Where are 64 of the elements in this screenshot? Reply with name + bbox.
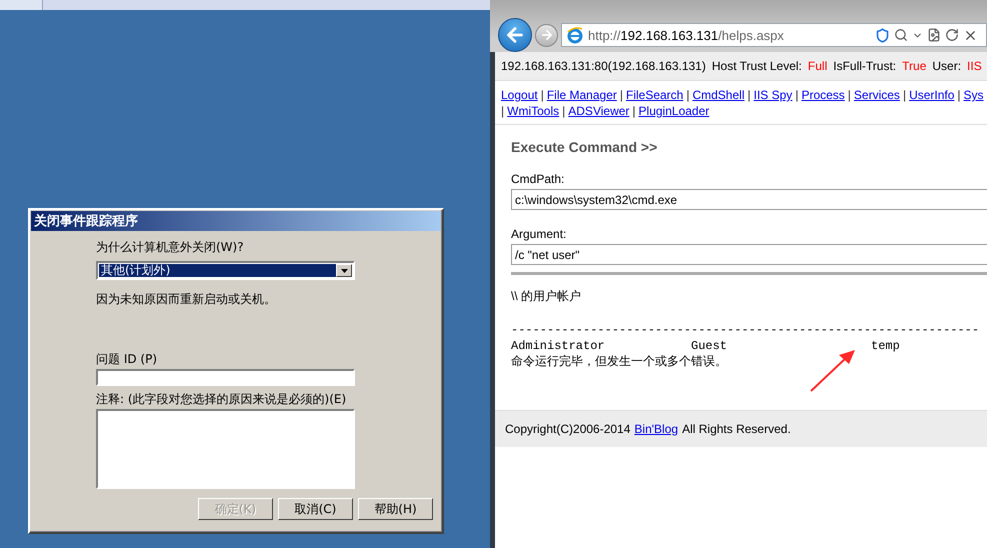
annotation-arrow — [810, 350, 855, 392]
browser-logo-icon — [566, 26, 584, 44]
address-bar[interactable]: http://192.168.163.131/helps.aspx — [561, 23, 987, 47]
dialog-button[interactable]: 取消(C) — [278, 498, 353, 520]
link-separator: | — [748, 88, 751, 103]
shield-icon[interactable] — [875, 28, 890, 42]
nav-link[interactable]: CmdShell — [692, 88, 744, 103]
info-label: IsFull-Trust: — [833, 59, 896, 73]
text-field[interactable]: /c "net user" — [511, 244, 987, 265]
refresh-icon[interactable] — [945, 28, 959, 42]
nav-link[interactable]: ADSViewer — [568, 104, 630, 119]
info-value: True — [902, 59, 926, 73]
nav-link[interactable]: Services — [854, 88, 900, 103]
nav-link[interactable]: IIS Spy — [754, 88, 792, 103]
output-header: \\ 的用户帐户 — [511, 288, 582, 305]
nav-link[interactable]: File Manager — [546, 88, 617, 103]
link-separator: | — [501, 104, 504, 119]
info-value: IIS — [967, 59, 982, 73]
output-rule-line: ----------------------------------------------------------------- — [511, 323, 980, 338]
comment-field[interactable] — [96, 409, 355, 489]
section-heading: Execute Command >> — [511, 139, 658, 155]
dialog-button[interactable]: 帮助(H) — [358, 498, 433, 520]
account-name: Guest — [691, 339, 728, 354]
link-separator: | — [620, 88, 623, 103]
account-name: Administrator — [511, 339, 606, 354]
nav-link[interactable]: WmiTools — [507, 104, 560, 119]
link-separator: | — [957, 88, 961, 103]
info-label: 192.168.163.131:80(192.168.163.131) — [501, 59, 706, 73]
back-button[interactable] — [498, 18, 532, 52]
link-separator: | — [686, 88, 690, 103]
nav-link[interactable]: Sys — [964, 88, 984, 103]
output-result: 命令运行完毕，但发生一个或多个错误。 — [511, 354, 728, 369]
dialog-title: 关闭事件跟踪程序 — [31, 211, 441, 231]
link-separator: | — [632, 104, 636, 119]
reason-dropdown[interactable]: 其他(计划外) — [96, 261, 355, 280]
nav-link[interactable]: Logout — [501, 88, 538, 103]
account-name: temp — [871, 339, 901, 354]
link-separator: | — [540, 88, 544, 103]
field-label: Argument: — [511, 227, 568, 241]
link-separator: | — [795, 88, 798, 103]
field-label: CmdPath: — [511, 172, 566, 186]
info-label: User: — [932, 59, 962, 73]
footer-text: All Rights Reserved. — [682, 422, 791, 436]
comment-label: 注释: (此字段对您选择的原因来说是必须的)(E) — [96, 392, 348, 406]
nav-link[interactable]: Process — [801, 88, 845, 103]
forward-arrow-icon — [540, 28, 554, 42]
reason-label: 为什么计算机意外关闭(W)? — [96, 240, 245, 254]
nav-link[interactable]: FileSearch — [626, 88, 684, 103]
footer-link[interactable]: Bin'Blog — [634, 422, 678, 436]
text-field[interactable]: c:\windows\system32\cmd.exe — [511, 189, 987, 210]
info-label: Host Trust Level: — [712, 59, 802, 73]
page-icon[interactable] — [927, 28, 941, 42]
forward-button[interactable] — [535, 24, 558, 46]
nav-link[interactable]: UserInfo — [909, 88, 954, 103]
link-separator: | — [562, 104, 566, 119]
problem-id-label: 问题 ID (P) — [96, 352, 158, 366]
link-separator: | — [848, 88, 851, 103]
search-icon[interactable] — [894, 28, 908, 42]
info-value: Full — [808, 59, 828, 73]
nav-link[interactable]: PluginLoader — [638, 104, 710, 119]
problem-id-field[interactable] — [96, 369, 355, 386]
footer-text: Copyright(C)2006-2014 — [505, 422, 630, 436]
reason-description: 因为未知原因而重新启动或关机。 — [96, 292, 277, 306]
link-separator: | — [902, 88, 906, 103]
